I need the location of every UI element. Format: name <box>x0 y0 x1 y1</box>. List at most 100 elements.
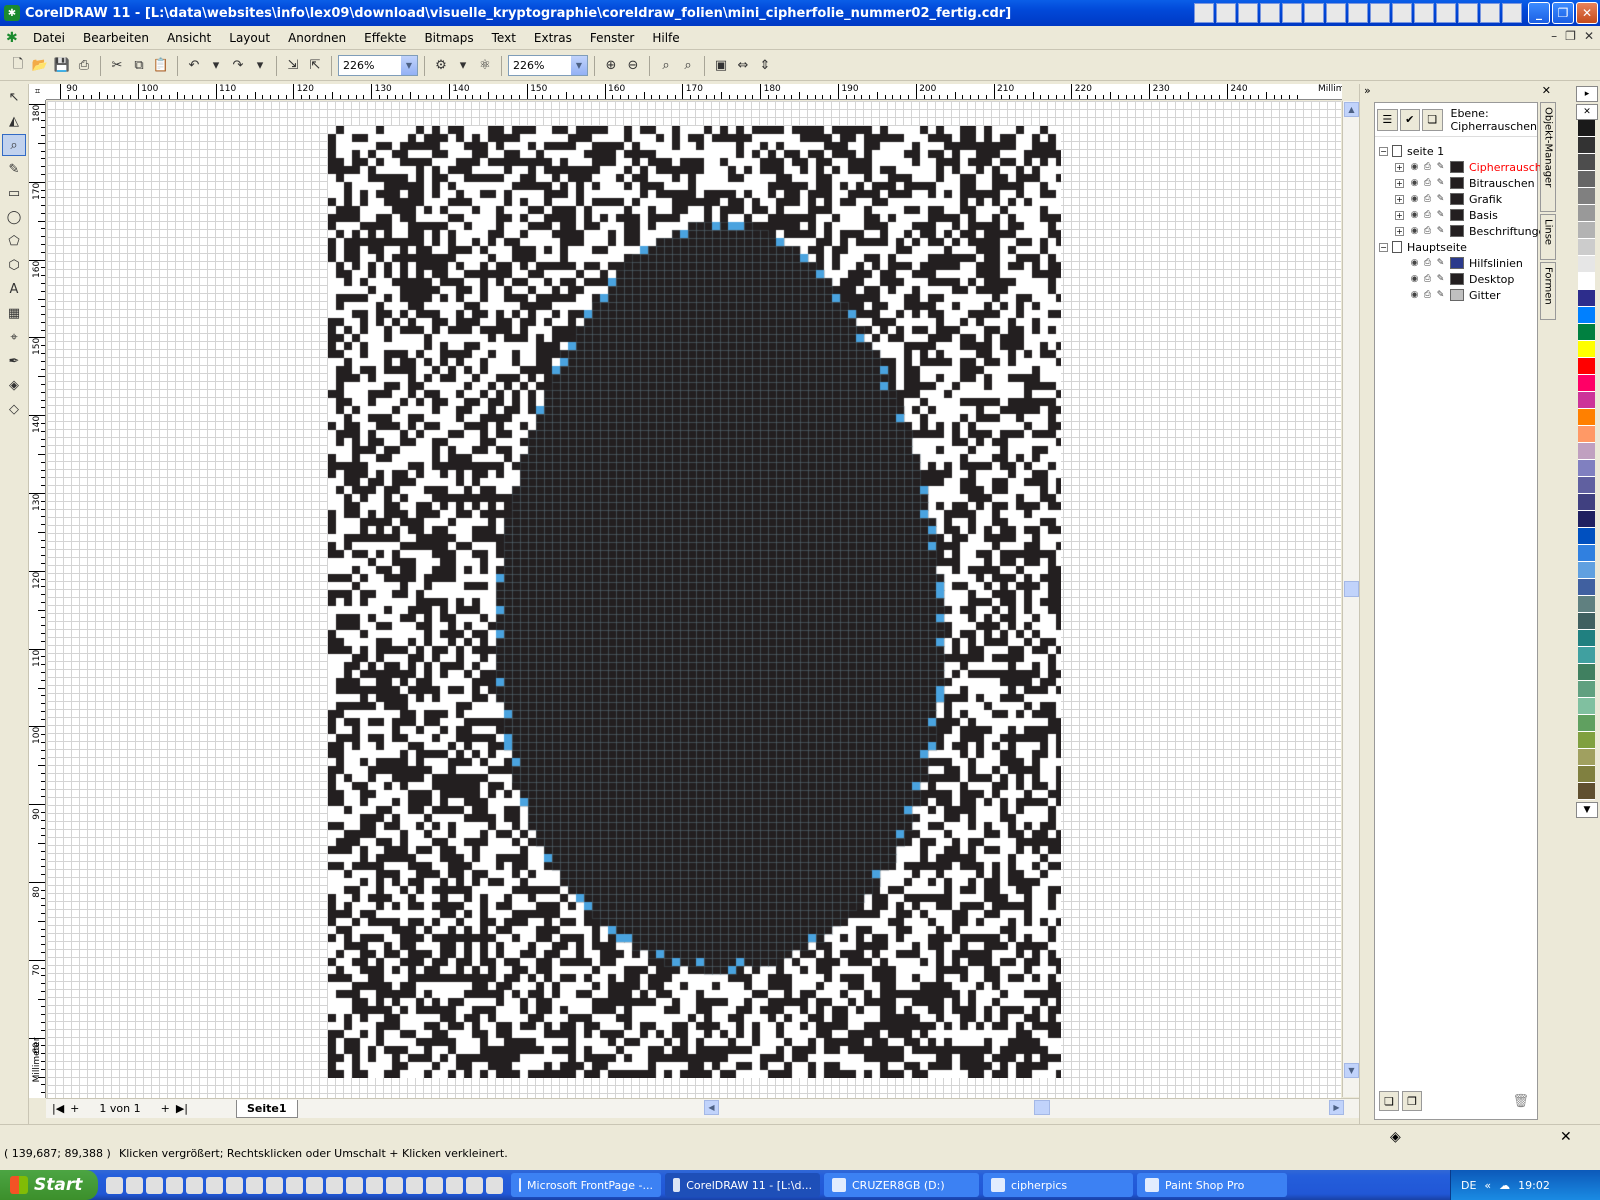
tab-linse[interactable]: Linse <box>1540 214 1556 260</box>
printer-icon[interactable]: ⎙ <box>1421 290 1434 300</box>
color-swatch[interactable] <box>1578 511 1595 528</box>
palette-options-icon[interactable]: ▸ <box>1576 86 1598 102</box>
expand-icon[interactable]: + <box>1395 210 1404 220</box>
color-swatch[interactable] <box>1578 239 1595 256</box>
page-tab-seite1[interactable]: Seite1 <box>236 1099 298 1118</box>
tree-page-hauptseite[interactable]: − Hauptseite <box>1379 239 1467 255</box>
color-swatch[interactable] <box>1578 596 1595 613</box>
quick-launch-icon[interactable] <box>406 1176 423 1194</box>
print-icon[interactable]: ⎙ <box>74 55 94 77</box>
printer-icon[interactable]: ⎙ <box>1421 178 1434 188</box>
close-button[interactable]: ✕ <box>1576 2 1598 24</box>
no-color-swatch-icon[interactable]: ✕ <box>1576 104 1598 120</box>
quick-launch-icon[interactable] <box>386 1176 403 1194</box>
eye-icon[interactable]: ◉ <box>1408 258 1421 268</box>
redo-icon[interactable]: ↷ <box>228 55 248 77</box>
save-icon[interactable]: 💾 <box>52 55 72 77</box>
freehand-tool-icon[interactable]: ✎ <box>2 158 26 180</box>
printer-icon[interactable]: ⎙ <box>1421 210 1434 220</box>
doc-restore-icon[interactable]: ❐ <box>1565 29 1576 43</box>
color-swatch[interactable] <box>1578 358 1595 375</box>
color-swatch[interactable] <box>1578 137 1595 154</box>
color-swatch[interactable] <box>1578 222 1595 239</box>
quick-launch-icon[interactable] <box>426 1176 443 1194</box>
color-swatch[interactable] <box>1578 256 1595 273</box>
import-icon[interactable]: ⇲ <box>283 55 303 77</box>
color-swatch[interactable] <box>1578 154 1595 171</box>
quick-launch-icon[interactable] <box>126 1176 143 1194</box>
zoom-page-width-icon[interactable]: ⇔ <box>733 55 753 77</box>
menu-bearbeiten[interactable]: Bearbeiten <box>74 31 158 45</box>
printer-icon[interactable]: ⎙ <box>1421 258 1434 268</box>
zoom-tool-icon[interactable]: ⌕ <box>2 134 26 156</box>
ellipse-tool-icon[interactable]: ◯ <box>2 206 26 228</box>
horizontal-scrollbar[interactable]: ◀ ▶ <box>704 1100 1344 1116</box>
color-swatch[interactable] <box>1578 392 1595 409</box>
color-swatch[interactable] <box>1578 171 1595 188</box>
fill-indicator-icon[interactable]: ◈ <box>1390 1127 1401 1147</box>
app-shortcut-icon[interactable] <box>1392 3 1412 23</box>
new-document-icon[interactable]: 🗋 <box>8 55 28 77</box>
color-swatch[interactable] <box>1578 698 1595 715</box>
doc-minimize-icon[interactable]: – <box>1551 29 1557 43</box>
color-swatch[interactable] <box>1578 375 1595 392</box>
eye-icon[interactable]: ◉ <box>1408 178 1421 188</box>
cut-icon[interactable]: ✂ <box>107 55 127 77</box>
app-shortcut-icon[interactable] <box>1282 3 1302 23</box>
color-swatch[interactable] <box>1578 273 1595 290</box>
tree-layer[interactable]: + ◉ ⎙ ✎ Basis <box>1395 207 1498 223</box>
menu-layout[interactable]: Layout <box>220 31 279 45</box>
tab-objekt-manager[interactable]: Objekt-Manager <box>1540 102 1556 212</box>
quick-launch-icon[interactable] <box>346 1176 363 1194</box>
quick-launch-icon[interactable] <box>206 1176 223 1194</box>
quick-launch-icon[interactable] <box>306 1176 323 1194</box>
menu-hilfe[interactable]: Hilfe <box>643 31 688 45</box>
app-shortcut-icon[interactable] <box>1370 3 1390 23</box>
new-layer-icon[interactable]: ❏ <box>1379 1091 1399 1111</box>
tab-formen[interactable]: Formen <box>1540 262 1556 320</box>
quick-launch-icon[interactable] <box>146 1176 163 1194</box>
color-swatch[interactable] <box>1578 749 1595 766</box>
color-swatch[interactable] <box>1578 324 1595 341</box>
app-shortcut-icon[interactable] <box>1414 3 1434 23</box>
last-page-icon[interactable]: ▶| <box>176 1102 188 1115</box>
zoom-selected-icon[interactable]: ⌕ <box>656 55 676 77</box>
tray-expand-icon[interactable]: « <box>1484 1179 1491 1192</box>
color-swatch[interactable] <box>1578 120 1595 137</box>
app-shortcut-icon[interactable] <box>1194 3 1214 23</box>
vertical-ruler[interactable]: 180 170 160 150 140 130 120 110 100 90 80 70 60 Milli… <box>29 100 46 1098</box>
network-icon[interactable]: ☁ <box>1499 1179 1510 1192</box>
task-cruzer-drive[interactable]: CRUZER8GB (D:) <box>824 1173 979 1197</box>
expand-icon[interactable]: + <box>1395 178 1404 188</box>
rectangle-tool-icon[interactable]: ▭ <box>2 182 26 204</box>
menu-effekte[interactable]: Effekte <box>355 31 415 45</box>
vertical-scrollbar[interactable]: ▲ ▼ <box>1342 101 1359 1097</box>
menu-anordnen[interactable]: Anordnen <box>279 31 355 45</box>
zoom-all-icon[interactable]: ⌕ <box>678 55 698 77</box>
eye-icon[interactable]: ◉ <box>1408 226 1421 236</box>
app-shortcut-icon[interactable] <box>1326 3 1346 23</box>
app-shortcut-icon[interactable] <box>1458 3 1478 23</box>
menu-datei[interactable]: Datei <box>24 31 74 45</box>
color-swatch[interactable] <box>1578 188 1595 205</box>
collapse-icon[interactable]: − <box>1379 242 1388 252</box>
color-swatch[interactable] <box>1578 528 1595 545</box>
paste-icon[interactable]: 📋 <box>151 55 171 77</box>
color-swatch[interactable] <box>1578 545 1595 562</box>
menu-fenster[interactable]: Fenster <box>581 31 644 45</box>
color-swatch[interactable] <box>1578 477 1595 494</box>
color-swatch[interactable] <box>1578 715 1595 732</box>
quick-launch-icon[interactable] <box>106 1176 123 1194</box>
zoom-tool-combo[interactable]: 226% ▼ <box>508 55 588 76</box>
horizontal-ruler[interactable]: 90 100 110 120 130 140 150 160 170 180 190 200 210 22… <box>46 84 1342 100</box>
tree-layer[interactable]: + ◉ ⎙ ✎ Grafik <box>1395 191 1502 207</box>
color-swatch[interactable] <box>1578 630 1595 647</box>
color-swatch[interactable] <box>1578 732 1595 749</box>
copy-icon[interactable]: ⧉ <box>129 55 149 77</box>
launcher-dropdown-icon[interactable]: ▾ <box>453 55 473 77</box>
palette-scroll-down-icon[interactable]: ▼ <box>1576 802 1598 818</box>
pencil-icon[interactable]: ✎ <box>1434 290 1447 300</box>
fill-tool-icon[interactable]: ◈ <box>2 374 26 396</box>
menu-text[interactable]: Text <box>483 31 525 45</box>
color-swatch[interactable] <box>1578 205 1595 222</box>
